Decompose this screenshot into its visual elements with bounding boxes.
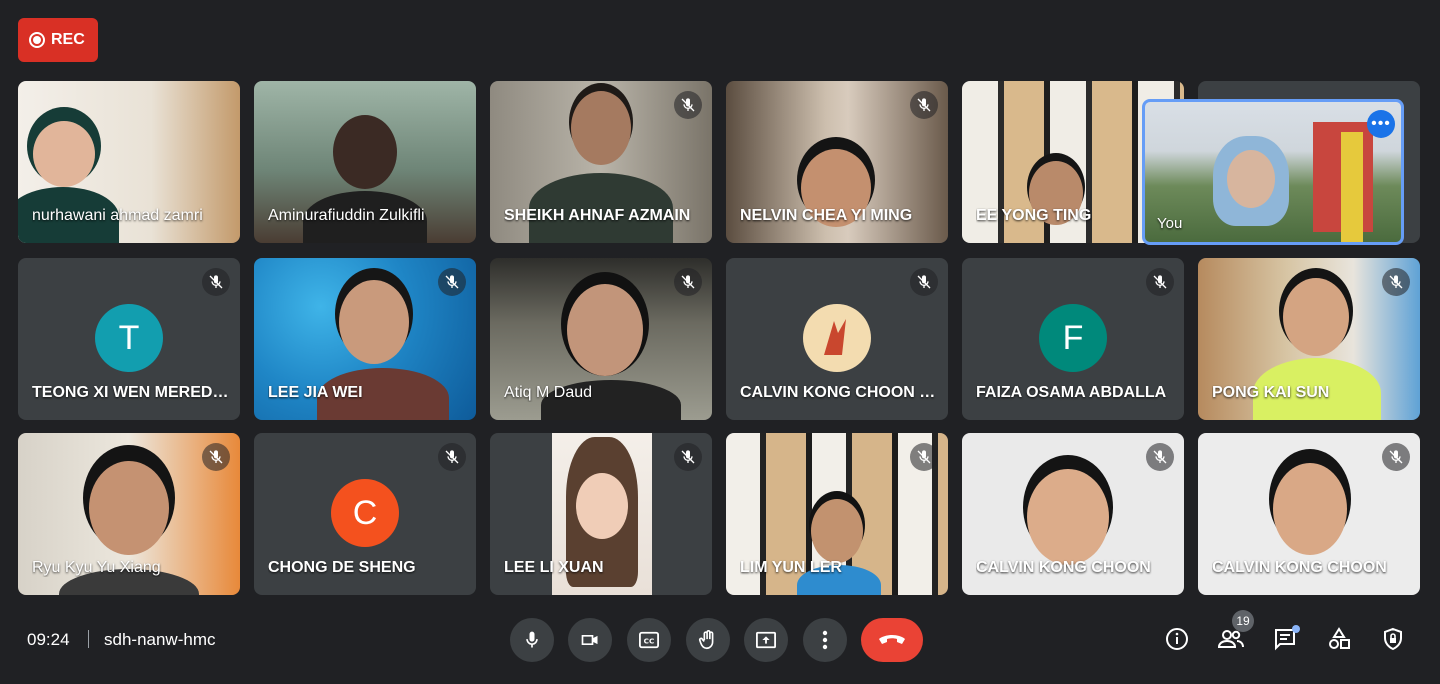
more-options-button[interactable] (803, 618, 847, 662)
participant-tile[interactable]: CALVIN KONG CHOON (962, 433, 1184, 595)
participant-tile[interactable]: Atiq M Daud (490, 258, 712, 420)
mic-off-icon (910, 443, 938, 471)
participant-avatar: F (1039, 304, 1107, 372)
participant-name: CALVIN KONG CHOON (976, 559, 1151, 576)
present-button[interactable] (744, 618, 788, 662)
participant-tile[interactable]: F FAIZA OSAMA ABDALLA (962, 258, 1184, 420)
shield-lock-icon (1384, 627, 1402, 651)
hang-up-icon (879, 635, 905, 644)
mic-off-icon (910, 91, 938, 119)
participant-name: FAIZA OSAMA ABDALLA (976, 384, 1167, 401)
self-label: You (1157, 215, 1183, 232)
participant-tile[interactable]: CALVIN KONG CHOON HOE (726, 258, 948, 420)
participant-name: PONG KAI SUN (1212, 384, 1330, 401)
mic-off-icon (674, 268, 702, 296)
info-icon (1166, 628, 1188, 650)
activities-icon (1329, 627, 1350, 649)
participant-avatar: T (95, 304, 163, 372)
self-view-tile[interactable]: ••• You (1142, 99, 1404, 245)
mic-off-icon (438, 443, 466, 471)
microphone-button[interactable] (510, 618, 554, 662)
participant-name: SHEIKH AHNAF AZMAIN (504, 207, 691, 224)
participant-tile[interactable]: T TEONG XI WEN MEREDITH (18, 258, 240, 420)
participant-tile[interactable]: CALVIN KONG CHOON (1198, 433, 1420, 595)
record-icon (29, 32, 45, 48)
participant-avatar (803, 304, 871, 372)
leave-call-button[interactable] (861, 618, 923, 662)
participant-tile[interactable]: C CHONG DE SHENG (254, 433, 476, 595)
participant-tile[interactable]: SHEIKH AHNAF AZMAIN (490, 81, 712, 243)
participant-name: CHONG DE SHENG (268, 559, 416, 576)
mic-off-icon (1146, 443, 1174, 471)
participant-name: Ryu Kyu Yu Xiang (32, 559, 161, 576)
participant-name: LIM YUN LER (740, 559, 842, 576)
participant-name: nurhawani ahmad zamri (32, 207, 203, 224)
participant-count-badge: 19 (1232, 610, 1254, 632)
participant-tile[interactable]: PONG KAI SUN (1198, 258, 1420, 420)
mic-off-icon (1146, 268, 1174, 296)
participant-name: Aminurafiuddin Zulkifli (268, 207, 425, 224)
mic-off-icon (1382, 268, 1410, 296)
participant-name: CALVIN KONG CHOON HOE (740, 384, 938, 401)
participant-name: CALVIN KONG CHOON (1212, 559, 1387, 576)
more-vertical-icon (822, 630, 828, 650)
mic-off-icon (1382, 443, 1410, 471)
profile-image (824, 319, 846, 355)
captions-icon: CC (639, 631, 659, 649)
self-video (1227, 150, 1275, 208)
host-controls-button[interactable] (1376, 622, 1410, 656)
participant-tile[interactable]: LEE JIA WEI (254, 258, 476, 420)
participant-video (576, 473, 628, 539)
participant-name: NELVIN CHEA YI MING (740, 207, 913, 224)
bottom-toolbar: 09:24 sdh-nanw-hmc CC 19 (0, 608, 1440, 672)
participant-tile[interactable]: LEE LI XUAN (490, 433, 712, 595)
camera-button[interactable] (568, 618, 612, 662)
divider (88, 630, 89, 648)
hand-icon (698, 630, 714, 650)
mic-off-icon (674, 91, 702, 119)
present-screen-icon (756, 631, 776, 649)
participant-tile[interactable]: LIM YUN LER (726, 433, 948, 595)
mic-off-icon (910, 268, 938, 296)
participant-avatar: C (331, 479, 399, 547)
building-backdrop (1341, 132, 1363, 242)
unread-dot (1292, 625, 1300, 633)
participant-name: Atiq M Daud (504, 384, 593, 401)
recording-indicator[interactable]: REC (18, 18, 98, 62)
participant-tile[interactable]: nurhawani ahmad zamri (18, 81, 240, 243)
participant-tile[interactable]: Aminurafiuddin Zulkifli (254, 81, 476, 243)
raise-hand-button[interactable] (686, 618, 730, 662)
meeting-time: 09:24 (27, 630, 70, 649)
mic-off-icon (438, 268, 466, 296)
participant-tile[interactable]: NELVIN CHEA YI MING (726, 81, 948, 243)
mic-off-icon (202, 268, 230, 296)
participant-name: TEONG XI WEN MEREDITH (32, 384, 230, 401)
meeting-details-button[interactable] (1160, 622, 1194, 656)
participant-tile[interactable]: Ryu Kyu Yu Xiang (18, 433, 240, 595)
more-options-icon[interactable]: ••• (1367, 110, 1395, 138)
mic-off-icon (674, 443, 702, 471)
camera-icon (581, 635, 598, 645)
participant-name: LEE JIA WEI (268, 384, 363, 401)
microphone-icon (526, 631, 538, 648)
mic-off-icon (202, 443, 230, 471)
recording-label: REC (51, 31, 85, 48)
participant-name: LEE LI XUAN (504, 559, 604, 576)
activities-button[interactable] (1322, 622, 1356, 656)
meeting-code: sdh-nanw-hmc (104, 630, 216, 649)
captions-button[interactable]: CC (627, 618, 671, 662)
svg-text:CC: CC (644, 637, 655, 646)
